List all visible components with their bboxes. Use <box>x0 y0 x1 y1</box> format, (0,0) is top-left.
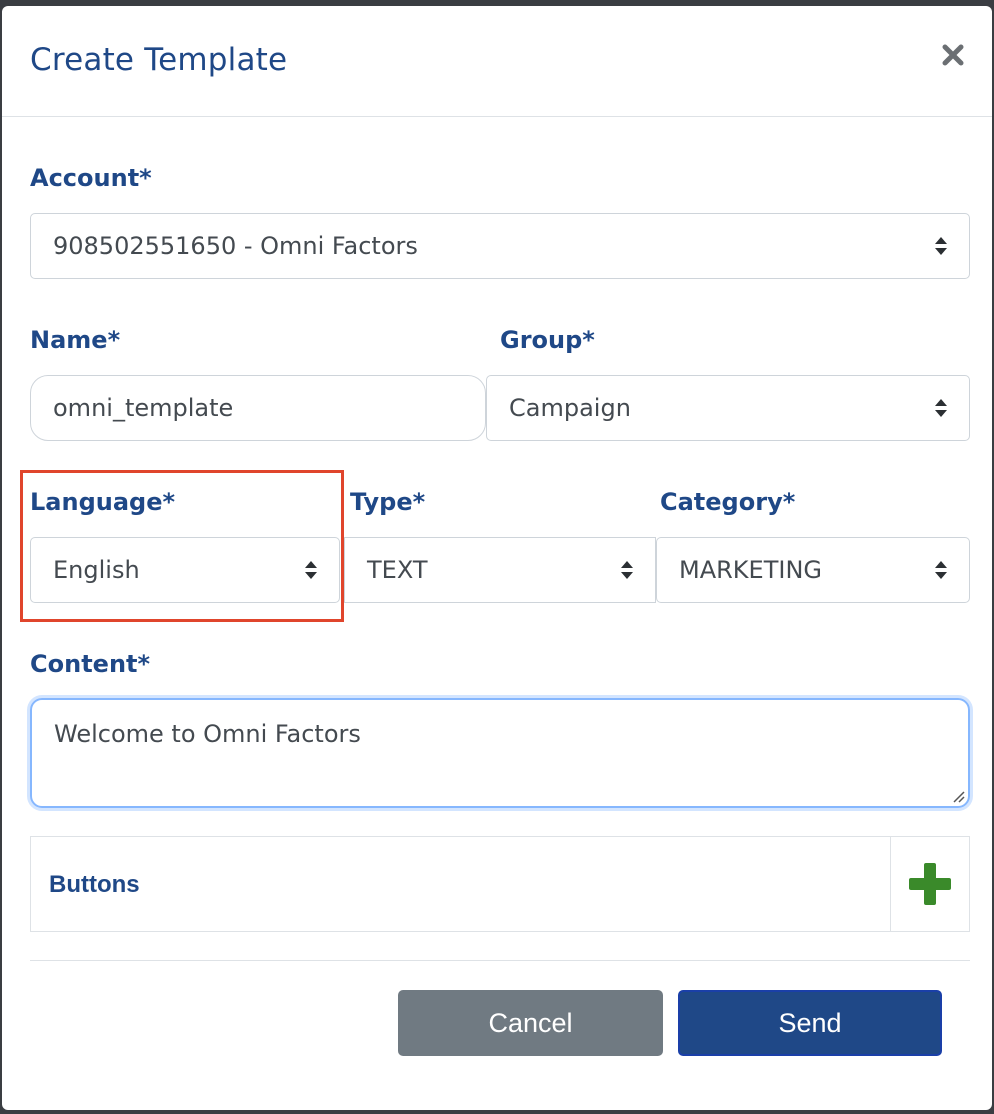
sort-arrows-icon <box>935 399 947 417</box>
category-value: MARKETING <box>679 556 822 584</box>
close-button[interactable] <box>938 40 968 70</box>
footer-divider <box>30 960 970 961</box>
sort-arrows-icon <box>621 561 633 579</box>
account-value: 908502551650 - Omni Factors <box>53 232 418 260</box>
content-value: Welcome to Omni Factors <box>54 720 361 748</box>
group-select[interactable]: Campaign <box>486 375 970 441</box>
sort-arrows-icon <box>935 237 947 255</box>
account-select[interactable]: 908502551650 - Omni Factors <box>30 213 970 279</box>
group-value: Campaign <box>509 394 631 422</box>
category-select[interactable]: MARKETING <box>656 537 970 603</box>
dialog-title: Create Template <box>30 42 288 78</box>
group-label: Group* <box>500 326 595 354</box>
buttons-label: Buttons <box>49 871 140 898</box>
plus-icon <box>909 863 951 905</box>
buttons-panel: Buttons <box>30 836 970 932</box>
type-label: Type* <box>350 488 426 516</box>
create-template-dialog: Create Template Account* 908502551650 - … <box>2 6 992 1110</box>
sort-arrows-icon <box>305 561 317 579</box>
name-label: Name* <box>30 326 121 354</box>
sort-arrows-icon <box>935 561 947 579</box>
content-label: Content* <box>30 650 151 678</box>
cancel-button[interactable]: Cancel <box>398 990 663 1056</box>
type-value: TEXT <box>367 556 428 584</box>
category-label: Category* <box>660 488 796 516</box>
content-textarea[interactable]: Welcome to Omni Factors <box>30 698 970 808</box>
dialog-header: Create Template <box>2 6 992 117</box>
resize-handle-icon[interactable] <box>951 789 965 803</box>
language-label: Language* <box>30 488 176 516</box>
account-label: Account* <box>30 164 152 192</box>
language-value: English <box>53 556 140 584</box>
add-button[interactable] <box>890 837 969 931</box>
type-select[interactable]: TEXT <box>344 537 656 603</box>
close-icon <box>942 44 964 66</box>
language-select[interactable]: English <box>30 537 340 603</box>
name-value: omni_template <box>53 394 234 422</box>
name-input[interactable]: omni_template <box>30 375 486 441</box>
send-button[interactable]: Send <box>678 990 942 1056</box>
